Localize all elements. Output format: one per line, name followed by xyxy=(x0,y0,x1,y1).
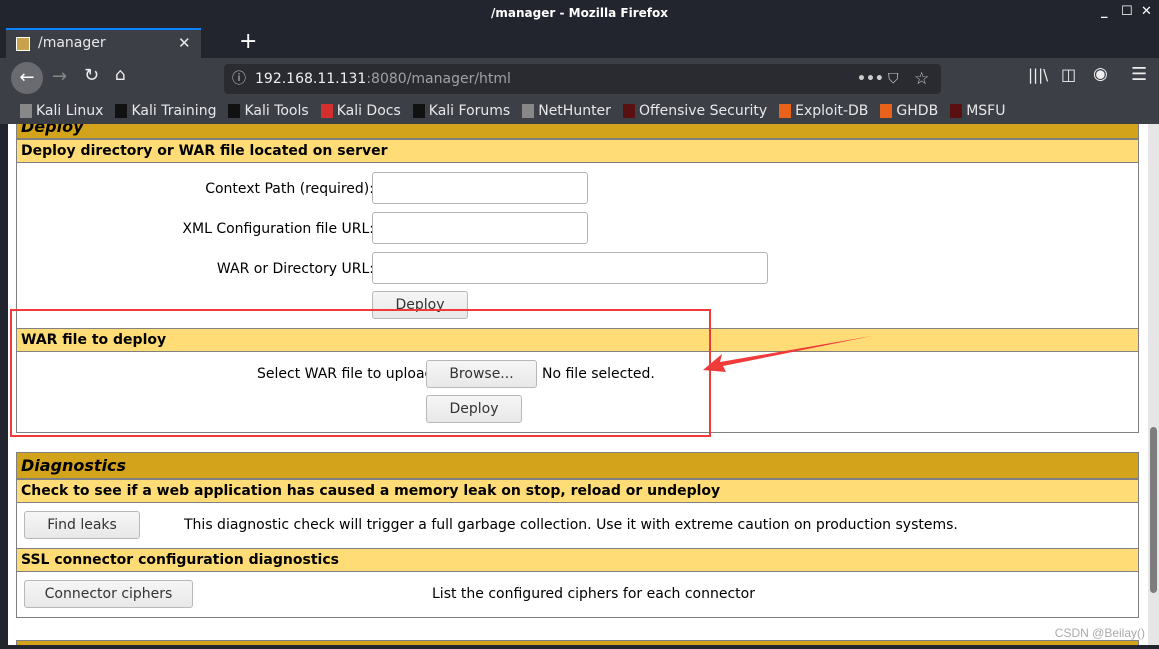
kali-icon xyxy=(412,104,425,118)
memory-leak-header: Check to see if a web application has ca… xyxy=(17,479,1138,503)
home-button[interactable]: ⌂ xyxy=(115,65,126,85)
kali-icon xyxy=(228,104,241,118)
account-icon[interactable]: ◉ xyxy=(1093,64,1108,84)
bookmark-label: Kali Training xyxy=(131,103,217,119)
bookmark-kali-linux[interactable]: Kali Linux xyxy=(20,103,103,119)
bookmark-kali-tools[interactable]: Kali Tools xyxy=(228,103,309,119)
window-title: /manager - Mozilla Firefox xyxy=(0,0,1159,28)
library-icon[interactable]: |||\ xyxy=(1028,66,1048,84)
new-tab-button[interactable]: + xyxy=(239,29,257,54)
info-icon[interactable]: ⓘ xyxy=(232,64,246,94)
menu-icon[interactable]: ☰ xyxy=(1131,64,1147,85)
reload-button[interactable]: ↻ xyxy=(84,65,99,86)
bookmark-star-icon[interactable]: ☆ xyxy=(914,64,929,94)
close-window-button[interactable]: ✕ xyxy=(1141,4,1152,19)
kali-dragon-icon xyxy=(20,104,32,118)
bookmark-label: GHDB xyxy=(896,103,939,119)
bookmark-label: Offensive Security xyxy=(638,103,768,119)
ssl-diagnostics-header: SSL connector configuration diagnostics xyxy=(17,548,1138,572)
tab-manager[interactable]: /manager ✕ xyxy=(6,28,201,59)
bug-icon xyxy=(779,104,792,118)
scrollbar-thumb[interactable] xyxy=(1150,427,1157,593)
diagnostics-title: Diagnostics xyxy=(17,453,1138,479)
bookmark-label: MSFU xyxy=(966,103,1006,119)
bookmark-ghdb[interactable]: GHDB xyxy=(880,103,938,119)
deploy-title: Deploy xyxy=(17,124,1138,139)
url-path: :8080/manager/html xyxy=(366,71,511,87)
context-path-input[interactable] xyxy=(372,172,588,204)
offsec-icon xyxy=(622,104,635,118)
connector-ciphers-button[interactable]: Connector ciphers xyxy=(24,580,193,608)
url-bar[interactable]: ⓘ 192.168.11.131:8080/manager/html ••• ⛉… xyxy=(224,64,941,94)
connector-ciphers-description: List the configured ciphers for each con… xyxy=(432,586,755,602)
find-leaks-description: This diagnostic check will trigger a ful… xyxy=(184,517,958,533)
offsec-icon xyxy=(950,104,963,118)
kali-dragon-icon xyxy=(522,104,535,118)
bookmark-label: Kali Tools xyxy=(244,103,309,119)
bug-icon xyxy=(880,104,893,118)
xml-config-input[interactable] xyxy=(372,212,588,244)
pocket-icon[interactable]: ⛉ xyxy=(888,64,899,94)
diagnostics-section: Diagnostics Check to see if a web applic… xyxy=(16,452,1139,618)
bookmark-offensive-security[interactable]: Offensive Security xyxy=(622,103,768,119)
war-dir-label: WAR or Directory URL: xyxy=(216,261,374,277)
bookmark-kali-docs[interactable]: Kali Docs xyxy=(320,103,401,119)
tab-label: /manager xyxy=(38,35,106,51)
find-leaks-button[interactable]: Find leaks xyxy=(24,511,140,539)
maximize-button[interactable]: ☐ xyxy=(1121,4,1133,19)
back-button[interactable]: ← xyxy=(11,62,43,94)
bookmark-kali-forums[interactable]: Kali Forums xyxy=(412,103,511,119)
bookmarks-bar: Kali Linux Kali Training Kali Tools Kali Do… xyxy=(0,98,1159,124)
kali-icon xyxy=(115,104,128,118)
page-actions-icon[interactable]: ••• xyxy=(857,64,884,94)
docs-icon xyxy=(320,104,333,118)
bookmark-exploit-db[interactable]: Exploit-DB xyxy=(779,103,868,119)
bookmark-nethunter[interactable]: NetHunter xyxy=(522,103,611,119)
war-dir-input[interactable] xyxy=(372,252,768,284)
minimize-button[interactable]: _ xyxy=(1101,4,1108,19)
close-tab-icon[interactable]: ✕ xyxy=(178,34,191,52)
context-path-label: Context Path (required): xyxy=(205,181,374,197)
bookmark-label: Kali Linux xyxy=(36,103,104,119)
bookmark-label: Kali Docs xyxy=(336,103,401,119)
annotation-arrow-icon xyxy=(703,336,872,372)
bookmark-label: Kali Forums xyxy=(428,103,511,119)
forward-button[interactable]: → xyxy=(52,66,67,87)
bookmark-kali-training[interactable]: Kali Training xyxy=(115,103,216,119)
bookmark-msfu[interactable]: MSFU xyxy=(950,103,1005,119)
next-section-header xyxy=(16,640,1139,645)
sidebar-icon[interactable]: ◫ xyxy=(1061,65,1076,84)
bookmark-label: NetHunter xyxy=(538,103,611,119)
bookmark-label: Exploit-DB xyxy=(795,103,869,119)
annotation-highlight-box xyxy=(10,309,711,437)
url-host: 192.168.11.131 xyxy=(255,71,367,87)
deploy-server-header: Deploy directory or WAR file located on … xyxy=(17,139,1138,163)
xml-config-label: XML Configuration file URL: xyxy=(182,221,374,237)
watermark: CSDN @Beilay() xyxy=(1054,626,1145,640)
tomcat-favicon-icon xyxy=(16,37,30,51)
